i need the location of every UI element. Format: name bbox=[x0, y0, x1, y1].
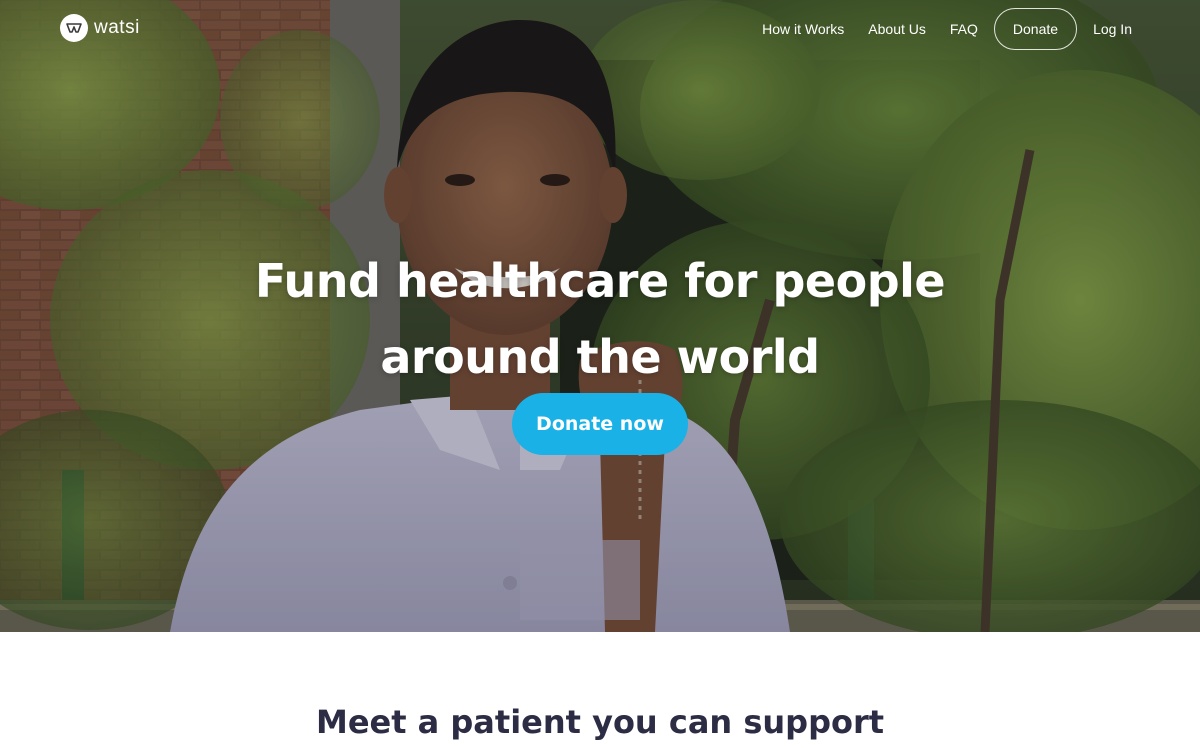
hero-headline: Fund healthcare for people around the wo… bbox=[0, 243, 1200, 395]
nav-how-it-works[interactable]: How it Works bbox=[762, 21, 844, 37]
hero-headline-line-1: Fund healthcare for people bbox=[254, 253, 946, 308]
page: watsi How it Works About Us FAQ Donate L… bbox=[0, 0, 1200, 750]
hero-section: watsi How it Works About Us FAQ Donate L… bbox=[0, 0, 1200, 632]
donate-now-button[interactable]: Donate now bbox=[512, 393, 688, 455]
watsi-logo-icon bbox=[60, 14, 88, 42]
nav-faq[interactable]: FAQ bbox=[950, 21, 978, 37]
brand-name: watsi bbox=[94, 17, 140, 38]
top-nav: How it Works About Us FAQ Donate Log In bbox=[738, 8, 1132, 50]
nav-donate-button[interactable]: Donate bbox=[993, 8, 1078, 50]
nav-log-in[interactable]: Log In bbox=[1093, 21, 1132, 37]
watsi-logo[interactable]: watsi bbox=[60, 14, 140, 42]
hero-headline-line-2: around the world bbox=[380, 329, 820, 384]
section-title: Meet a patient you can support bbox=[315, 703, 885, 741]
nav-about-us[interactable]: About Us bbox=[868, 21, 926, 37]
